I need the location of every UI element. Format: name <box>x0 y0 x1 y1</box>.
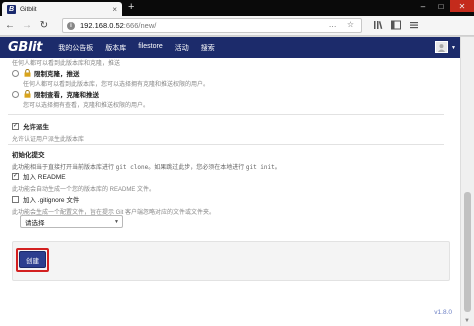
user-avatar-icon[interactable] <box>435 41 448 53</box>
init-commit-heading: 初始化提交 <box>12 152 45 159</box>
perm-option-label: 限制查看，克隆和推送 <box>34 92 99 99</box>
clipped-description: 任何人都可以看到此版本库和克隆，推送 <box>12 61 121 67</box>
browser-tab[interactable]: B Gitblit × <box>2 2 122 16</box>
page-actions-icon[interactable]: … ☆ <box>329 20 358 29</box>
browser-toolbar <box>372 19 420 31</box>
chevron-down-icon: ▼ <box>114 219 119 225</box>
app-nav: 我的公告板 版本库 filestore 活动 搜索 <box>58 43 215 53</box>
tab-title: Gitblit <box>20 5 37 13</box>
git-clone-code: git clone <box>115 164 149 171</box>
select-value: 请选择 <box>25 219 45 227</box>
logo-text: Blit <box>18 40 43 55</box>
divider <box>8 144 444 145</box>
gitblit-favicon-icon: B <box>7 4 16 14</box>
library-icon[interactable] <box>372 19 384 31</box>
reload-icon[interactable]: ↻ <box>37 19 51 33</box>
site-info-icon[interactable]: i <box>67 21 75 30</box>
perm-option-desc: 您可以选择拥有查看，克隆和推送权限的用户。 <box>23 103 150 109</box>
browser-tab-bar: B Gitblit × + – □ ✕ <box>0 0 474 16</box>
radio-restrict-clone-push[interactable] <box>12 69 19 77</box>
nav-item-filestore[interactable]: filestore <box>138 43 163 53</box>
add-gitignore-checkbox[interactable] <box>12 195 19 203</box>
perm-option-desc: 任何人都可以看到此版本库，您可以选择拥有克隆和推送权限的用户。 <box>23 82 210 88</box>
menu-icon[interactable] <box>408 19 420 31</box>
url-text: 192.168.0.52:666/new/ <box>80 21 156 30</box>
divider <box>8 114 444 115</box>
logo-prefix: G <box>8 40 19 55</box>
window-controls: – □ ✕ <box>414 0 474 12</box>
forward-arrow-icon[interactable]: → <box>20 19 34 33</box>
git-init-code: git init <box>245 164 275 171</box>
browser-navbar: ← → ↻ i 192.168.0.52:666/new/ … ☆ <box>0 16 474 36</box>
perm-option-restrict-view[interactable]: 限制查看，克隆和推送 <box>12 89 99 99</box>
sidebar-icon[interactable] <box>390 19 402 31</box>
perm-option-label: 限制克隆，推送 <box>34 71 80 78</box>
add-readme-desc: 此功能会自动生成一个您的版本库的 README 文件。 <box>12 187 156 193</box>
gitblit-logo[interactable]: GBlit <box>8 40 43 55</box>
allow-fork-checkbox[interactable]: ✓ <box>12 122 19 130</box>
init-commit-group: 初始化提交 此功能相当于直接打开当前版本库进行 git clone。如果跳过此步… <box>12 149 448 171</box>
nav-item-search[interactable]: 搜索 <box>201 43 215 53</box>
lock-icon <box>23 69 31 77</box>
url-path: :666/new/ <box>123 21 157 30</box>
new-tab-icon[interactable]: + <box>128 1 134 13</box>
perm-option-restrict-clone-push[interactable]: 限制克隆，推送 <box>12 68 80 78</box>
tab-close-icon[interactable]: × <box>112 5 117 14</box>
nav-item-activity[interactable]: 活动 <box>175 43 189 53</box>
user-menu-caret-icon[interactable]: ▼ <box>451 45 456 51</box>
version-label: v1.8.0 <box>434 309 452 316</box>
create-button[interactable]: 创建 <box>19 251 46 268</box>
back-arrow-icon[interactable]: ← <box>3 19 17 33</box>
lock-icon <box>23 90 31 98</box>
add-readme-label: 加入 README <box>23 174 66 181</box>
add-gitignore-group: 加入 .gitignore 文件 此功能会生成一个配置文件，旨在提示 Git 客… <box>12 194 448 216</box>
form-actions-well <box>12 241 450 281</box>
window-close-icon[interactable]: ✕ <box>450 0 474 12</box>
scrollbar-thumb[interactable] <box>464 192 471 312</box>
radio-restrict-view[interactable] <box>12 90 19 98</box>
add-readme-group: ✓ 加入 README 此功能会自动生成一个您的版本库的 README 文件。 <box>12 171 448 193</box>
add-gitignore-label: 加入 .gitignore 文件 <box>23 197 80 204</box>
allow-fork-label: 允许派生 <box>23 124 49 131</box>
maximize-icon[interactable]: □ <box>432 0 450 12</box>
scroll-down-icon[interactable]: ▼ <box>464 318 470 324</box>
allow-fork-group: ✓ 允许派生 允许认证用户派生此版本库 <box>12 121 448 143</box>
nav-item-dashboard[interactable]: 我的公告板 <box>58 43 93 53</box>
url-bar[interactable]: i 192.168.0.52:666/new/ … ☆ <box>62 18 362 33</box>
page-content: 任何人都可以看到此版本库和克隆，推送 限制克隆，推送 任何人都可以看到此版本库，… <box>0 58 460 326</box>
init-commit-desc: 此功能相当于直接打开当前版本库进行 git clone。如果跳过此步，您必须在本… <box>12 162 448 171</box>
allow-fork-row[interactable]: ✓ 允许派生 <box>12 121 448 131</box>
gitignore-template-select[interactable]: 请选择 ▼ <box>20 215 123 228</box>
app-header: GBlit 我的公告板 版本库 filestore 活动 搜索 ▼ <box>0 37 460 58</box>
add-readme-row[interactable]: ✓ 加入 README <box>12 171 448 181</box>
allow-fork-desc: 允许认证用户派生此版本库 <box>12 137 85 143</box>
page-scrollbar[interactable]: ▼ <box>460 37 474 326</box>
nav-item-repositories[interactable]: 版本库 <box>105 43 126 53</box>
url-host: 192.168.0.52 <box>80 21 124 30</box>
add-readme-checkbox[interactable]: ✓ <box>12 172 19 180</box>
minimize-icon[interactable]: – <box>414 0 432 12</box>
add-gitignore-row[interactable]: 加入 .gitignore 文件 <box>12 194 448 204</box>
